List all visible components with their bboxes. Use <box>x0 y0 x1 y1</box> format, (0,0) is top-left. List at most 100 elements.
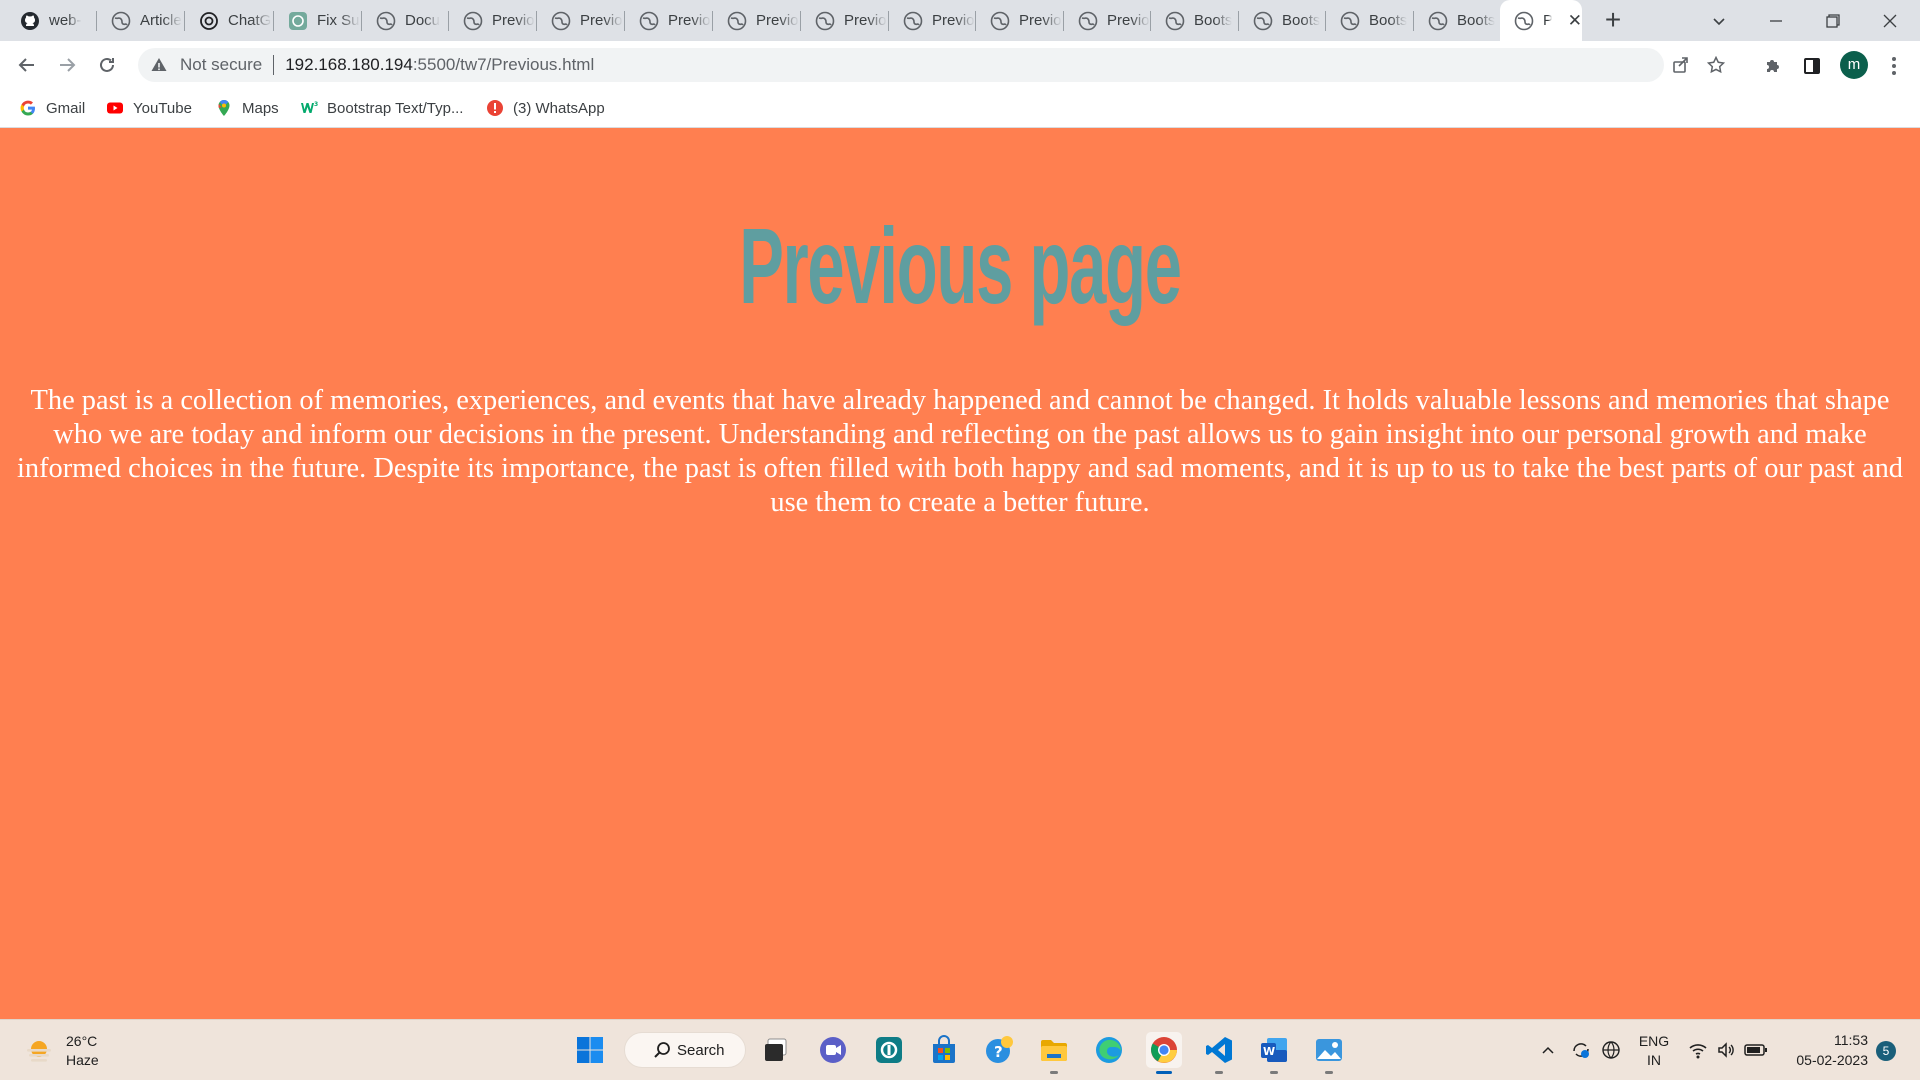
tab-title: Previo <box>580 12 623 29</box>
openai-green-icon <box>289 11 307 30</box>
tab-16[interactable]: Boots <box>1414 0 1501 41</box>
globe-icon <box>903 11 923 30</box>
haze-sun-icon <box>27 1041 51 1062</box>
globe-icon <box>1165 11 1185 30</box>
tab-8[interactable]: Previo <box>713 0 801 41</box>
share-icon[interactable] <box>1672 56 1690 74</box>
tab-0[interactable]: web- <box>6 0 97 41</box>
restore-button[interactable] <box>1806 0 1860 41</box>
start-button[interactable] <box>572 1032 608 1068</box>
page-content: Previous page The past is a collection o… <box>0 128 1920 1019</box>
vscode-icon <box>1206 1037 1232 1063</box>
tab-title: Previo <box>492 12 535 29</box>
edge-icon <box>1096 1037 1122 1063</box>
tab-title: Boots <box>1369 12 1408 29</box>
youtube-icon <box>107 102 123 114</box>
tray-overflow-chevron-icon[interactable] <box>1540 1042 1556 1058</box>
page-heading: Previous page <box>739 205 1182 326</box>
tab-15[interactable]: Boots <box>1326 0 1414 41</box>
w3schools-icon: 3 <box>301 101 318 113</box>
tab-title: Pr <box>1543 12 1552 29</box>
bookmark-w3schools[interactable]: 3 Bootstrap Text/Typ... <box>300 97 463 119</box>
photos-app-button[interactable] <box>1311 1032 1347 1074</box>
side-panel-icon[interactable] <box>1802 56 1822 76</box>
back-button[interactable] <box>11 49 43 81</box>
battery-icon[interactable] <box>1744 1041 1768 1059</box>
chrome-button[interactable] <box>1146 1032 1182 1074</box>
sync-icon[interactable] <box>1570 1039 1592 1061</box>
new-tab-button[interactable]: + <box>1598 6 1628 36</box>
word-icon: W <box>1261 1038 1287 1062</box>
task-view-icon <box>765 1038 787 1061</box>
windows-logo-icon <box>577 1037 603 1063</box>
file-explorer-button[interactable] <box>1036 1032 1072 1074</box>
tab-11[interactable]: Previo <box>976 0 1064 41</box>
tab-3[interactable]: Fix Su <box>274 0 362 41</box>
teams-chat-button[interactable] <box>815 1032 851 1068</box>
warning-triangle-icon[interactable] <box>150 56 168 74</box>
tab-2[interactable]: ChatGPT <box>185 0 274 41</box>
network-globe-icon[interactable] <box>1600 1039 1622 1061</box>
globe-icon <box>1340 11 1360 30</box>
bookmark-whatsapp[interactable]: (3) WhatsApp <box>486 97 605 119</box>
tab-10[interactable]: Previo <box>889 0 976 41</box>
microsoft-store-button[interactable] <box>926 1032 962 1068</box>
globe-icon <box>111 11 131 30</box>
profile-avatar[interactable]: m <box>1840 51 1868 79</box>
bookmark-youtube[interactable]: YouTube <box>106 97 192 119</box>
globe-icon <box>990 11 1010 30</box>
reload-button[interactable] <box>91 49 123 81</box>
tab-13[interactable]: Boots <box>1151 0 1239 41</box>
url-host: 192.168.180.194 <box>285 55 413 74</box>
tab-title: Previo <box>932 12 975 29</box>
bookmark-maps[interactable]: Maps <box>215 97 279 119</box>
minimize-button[interactable] <box>1749 0 1803 41</box>
bookmark-label: Gmail <box>46 99 86 117</box>
search-label: Search <box>677 1041 725 1059</box>
close-tab-icon[interactable]: ✕ <box>1568 11 1582 31</box>
bookmark-label: Maps <box>242 99 279 117</box>
tab-12[interactable]: Previo <box>1064 0 1151 41</box>
volume-icon[interactable] <box>1716 1040 1736 1060</box>
tab-4[interactable]: Docu <box>362 0 449 41</box>
tab-14[interactable]: Boots <box>1239 0 1326 41</box>
tab-title: Article <box>140 12 182 29</box>
weather-widget[interactable]: 26°C Haze <box>24 1032 99 1070</box>
reload-icon <box>100 57 114 72</box>
bookmark-gmail[interactable]: Gmail <box>19 97 85 119</box>
tab-6[interactable]: Previo <box>537 0 625 41</box>
forward-button[interactable] <box>51 49 83 81</box>
taskbar-clock[interactable]: 11:53 05-02-2023 <box>1784 1030 1868 1070</box>
bookmark-label: (3) WhatsApp <box>513 99 605 117</box>
globe-icon <box>551 11 571 30</box>
vscode-button[interactable] <box>1201 1032 1237 1074</box>
globe-icon <box>1428 11 1448 30</box>
edge-button[interactable] <box>1091 1032 1127 1068</box>
help-app-button[interactable]: ? <box>981 1032 1017 1068</box>
tab-7[interactable]: Previo <box>625 0 713 41</box>
close-window-button[interactable] <box>1863 0 1917 41</box>
language-indicator[interactable]: ENG IN <box>1638 1032 1670 1070</box>
tab-search-chevron-icon[interactable] <box>1692 0 1746 41</box>
task-view-button[interactable] <box>758 1032 794 1068</box>
maps-pin-icon <box>218 100 230 116</box>
notification-count-badge[interactable]: 5 <box>1876 1041 1896 1061</box>
tab-title: Boots <box>1457 12 1496 29</box>
tab-9[interactable]: Previo <box>801 0 889 41</box>
app-button-green[interactable] <box>871 1032 907 1068</box>
bookmark-label: YouTube <box>133 99 192 117</box>
taskbar-search[interactable]: Search <box>624 1032 746 1068</box>
tab-1[interactable]: Article <box>97 0 185 41</box>
word-button[interactable]: W <box>1256 1032 1292 1074</box>
more-options-icon[interactable] <box>1886 54 1902 78</box>
wifi-icon[interactable] <box>1688 1040 1708 1060</box>
chrome-icon <box>1151 1037 1177 1063</box>
bookmark-star-icon[interactable] <box>1707 56 1725 74</box>
tab-5[interactable]: Previo <box>449 0 537 41</box>
windows-taskbar: 26°C Haze Search ? W ENG IN 11:53 05-02-… <box>0 1019 1920 1080</box>
address-bar[interactable]: Not secure 192.168.180.194:5500/tw7/Prev… <box>138 48 1725 82</box>
tab-active[interactable]: Pr ✕ <box>1500 0 1582 41</box>
security-label[interactable]: Not secure <box>180 55 262 75</box>
extensions-puzzle-icon[interactable] <box>1763 56 1783 76</box>
clock-time: 11:53 <box>1834 1032 1868 1048</box>
